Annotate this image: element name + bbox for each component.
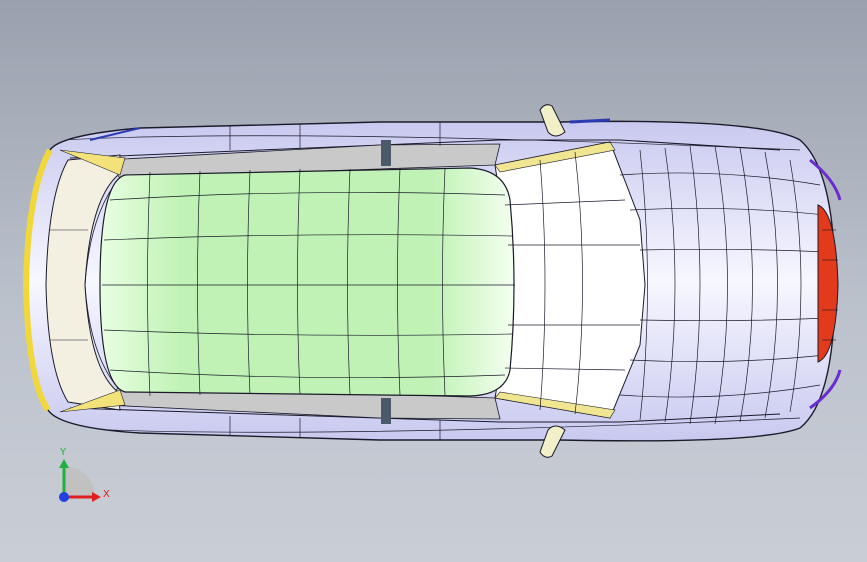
b-pillar-top [381, 140, 391, 166]
coordinate-triad: X Y [59, 447, 110, 502]
car-model-view[interactable]: X Y [0, 0, 867, 562]
z-axis-point [59, 492, 69, 502]
y-axis-label: Y [59, 447, 67, 458]
windshield [494, 141, 646, 419]
x-axis-label: X [103, 489, 110, 500]
graphics-viewport[interactable]: X Y [0, 0, 867, 562]
b-pillar-bottom [381, 398, 391, 424]
roof-panel [99, 167, 515, 397]
